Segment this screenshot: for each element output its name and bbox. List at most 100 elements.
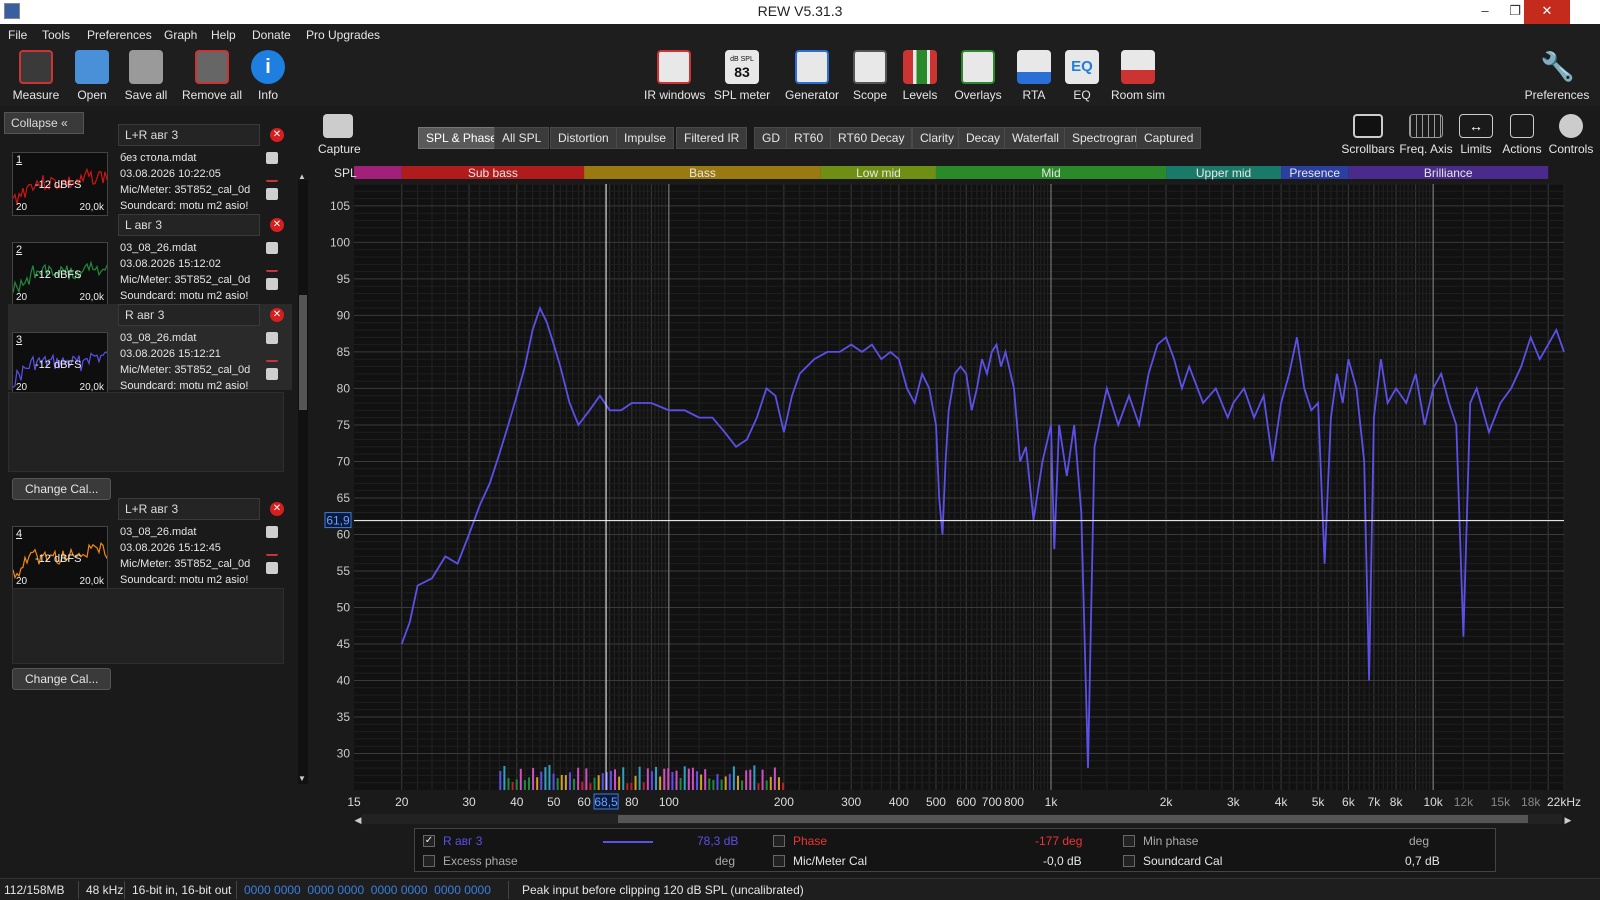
trace-checkbox[interactable]: ✓ bbox=[423, 835, 435, 847]
legend-trace-value: 78,3 dB bbox=[697, 834, 739, 848]
legend-mic-cal-value: -0,0 dB bbox=[1043, 854, 1082, 868]
legend-trace-swatch bbox=[603, 841, 653, 843]
distortion-bar bbox=[724, 776, 727, 790]
distortion-bar bbox=[712, 779, 715, 790]
band-0 bbox=[354, 166, 402, 179]
distortion-bar bbox=[601, 773, 604, 790]
x-tick-label: 60 bbox=[577, 795, 591, 809]
x-tick-label: 400 bbox=[889, 795, 909, 809]
distortion-bar bbox=[769, 776, 772, 790]
plot-area[interactable] bbox=[354, 184, 1564, 790]
distortion-bar bbox=[683, 766, 686, 790]
distortion-bar bbox=[728, 773, 731, 790]
distortion-bar bbox=[679, 777, 682, 790]
x-tick-label: 18k bbox=[1521, 795, 1541, 809]
distortion-bar bbox=[589, 783, 592, 790]
x-tick-label: 800 bbox=[1004, 795, 1024, 809]
distortion-bar bbox=[777, 777, 780, 790]
distortion-bar bbox=[556, 778, 559, 790]
y-tick-label: 80 bbox=[337, 381, 351, 395]
distortion-bar bbox=[773, 767, 776, 790]
x-tick-label: 600 bbox=[956, 795, 976, 809]
legend-min-phase-unit: deg bbox=[1409, 834, 1430, 848]
legend-phase-label: Phase bbox=[793, 834, 828, 848]
band-label: Sub bass bbox=[468, 166, 518, 180]
x-tick-label: 500 bbox=[926, 795, 946, 809]
distortion-bar bbox=[691, 767, 694, 790]
distortion-bar bbox=[548, 764, 551, 790]
distortion-bar bbox=[626, 783, 629, 790]
scroll-left-icon[interactable]: ◀ bbox=[355, 815, 362, 825]
distortion-bar bbox=[745, 770, 748, 790]
min-phase-checkbox[interactable] bbox=[1123, 835, 1135, 847]
distortion-bar bbox=[499, 771, 502, 790]
legend-excess-phase-unit: deg bbox=[715, 854, 736, 868]
distortion-bar bbox=[749, 769, 752, 790]
distortion-bar bbox=[630, 782, 633, 790]
distortion-bar bbox=[564, 775, 567, 790]
sample-rate: 48 kHz bbox=[86, 883, 124, 897]
distortion-bar bbox=[581, 781, 584, 790]
distortion-bar bbox=[765, 780, 768, 790]
legend-phase-value: -177 deg bbox=[1035, 834, 1083, 848]
distortion-bar bbox=[552, 773, 555, 790]
x-tick-label: 700 bbox=[982, 795, 1002, 809]
x-tick-label: 30 bbox=[462, 795, 476, 809]
distortion-bar bbox=[568, 772, 571, 790]
distortion-bar bbox=[597, 775, 600, 790]
legend-min-phase-label: Min phase bbox=[1143, 834, 1199, 848]
distortion-bar bbox=[761, 769, 764, 790]
bit-depth: 16-bit in, 16-bit out bbox=[132, 883, 232, 897]
y-tick-label: 75 bbox=[337, 418, 351, 432]
distortion-bar bbox=[577, 767, 580, 790]
distortion-bar bbox=[532, 767, 535, 790]
y-tick-label: 95 bbox=[337, 272, 351, 286]
distortion-bar bbox=[646, 768, 649, 790]
h-scrollbar-thumb[interactable] bbox=[618, 815, 1528, 823]
x-tick-label: 40 bbox=[510, 795, 524, 809]
x-tick-label: 22kHz bbox=[1547, 795, 1581, 809]
distortion-bar bbox=[663, 768, 666, 790]
distortion-bar bbox=[511, 781, 514, 790]
distortion-bar bbox=[527, 777, 530, 790]
excess-phase-checkbox[interactable] bbox=[423, 855, 435, 867]
mic-meter-cal-checkbox[interactable] bbox=[773, 855, 785, 867]
x-tick-label: 300 bbox=[841, 795, 861, 809]
x-tick-label: 50 bbox=[547, 795, 561, 809]
distortion-bar bbox=[650, 771, 653, 790]
spl-chart[interactable]: Sub bass Bass Low mid Mid Upper mid Presence B… bbox=[0, 0, 1600, 830]
band-label: Presence bbox=[1289, 166, 1340, 180]
distortion-bar bbox=[782, 782, 785, 790]
x-tick-label: 8k bbox=[1390, 795, 1404, 809]
legend-excess-phase-label: Excess phase bbox=[443, 854, 518, 868]
y-tick-label: 30 bbox=[337, 746, 351, 760]
distortion-bar bbox=[536, 777, 539, 790]
distortion-bar bbox=[540, 771, 543, 790]
scroll-right-icon[interactable]: ▶ bbox=[1565, 815, 1572, 825]
x-tick-label: 200 bbox=[774, 795, 794, 809]
x-tick-label: 4k bbox=[1275, 795, 1289, 809]
distortion-bar bbox=[593, 777, 596, 790]
distortion-bar bbox=[667, 768, 670, 790]
x-tick-label: 6k bbox=[1342, 795, 1356, 809]
phase-checkbox[interactable] bbox=[773, 835, 785, 847]
distortion-bar bbox=[507, 778, 510, 790]
y-tick-label: 100 bbox=[330, 235, 350, 249]
distortion-bar bbox=[720, 779, 723, 790]
cursor-y-label: 61,9 bbox=[326, 514, 350, 528]
distortion-bar bbox=[614, 769, 617, 790]
x-tick-label: 10k bbox=[1423, 795, 1443, 809]
y-tick-label: 45 bbox=[337, 637, 351, 651]
x-tick-label: 5k bbox=[1312, 795, 1326, 809]
band-label: Low mid bbox=[856, 166, 901, 180]
distortion-bar bbox=[503, 765, 506, 790]
distortion-bar bbox=[515, 779, 518, 790]
distortion-bar bbox=[560, 774, 563, 790]
x-tick-label: 15k bbox=[1491, 795, 1511, 809]
y-tick-label: 90 bbox=[337, 308, 351, 322]
legend-soundcard-cal-value: 0,7 dB bbox=[1405, 854, 1440, 868]
status-bar: 112/158MB 48 kHz 16-bit in, 16-bit out 0… bbox=[0, 878, 1600, 900]
input-levels: 0000 0000 0000 0000 0000 0000 0000 0000 bbox=[244, 883, 491, 897]
soundcard-cal-checkbox[interactable] bbox=[1123, 855, 1135, 867]
distortion-bar bbox=[622, 767, 625, 790]
